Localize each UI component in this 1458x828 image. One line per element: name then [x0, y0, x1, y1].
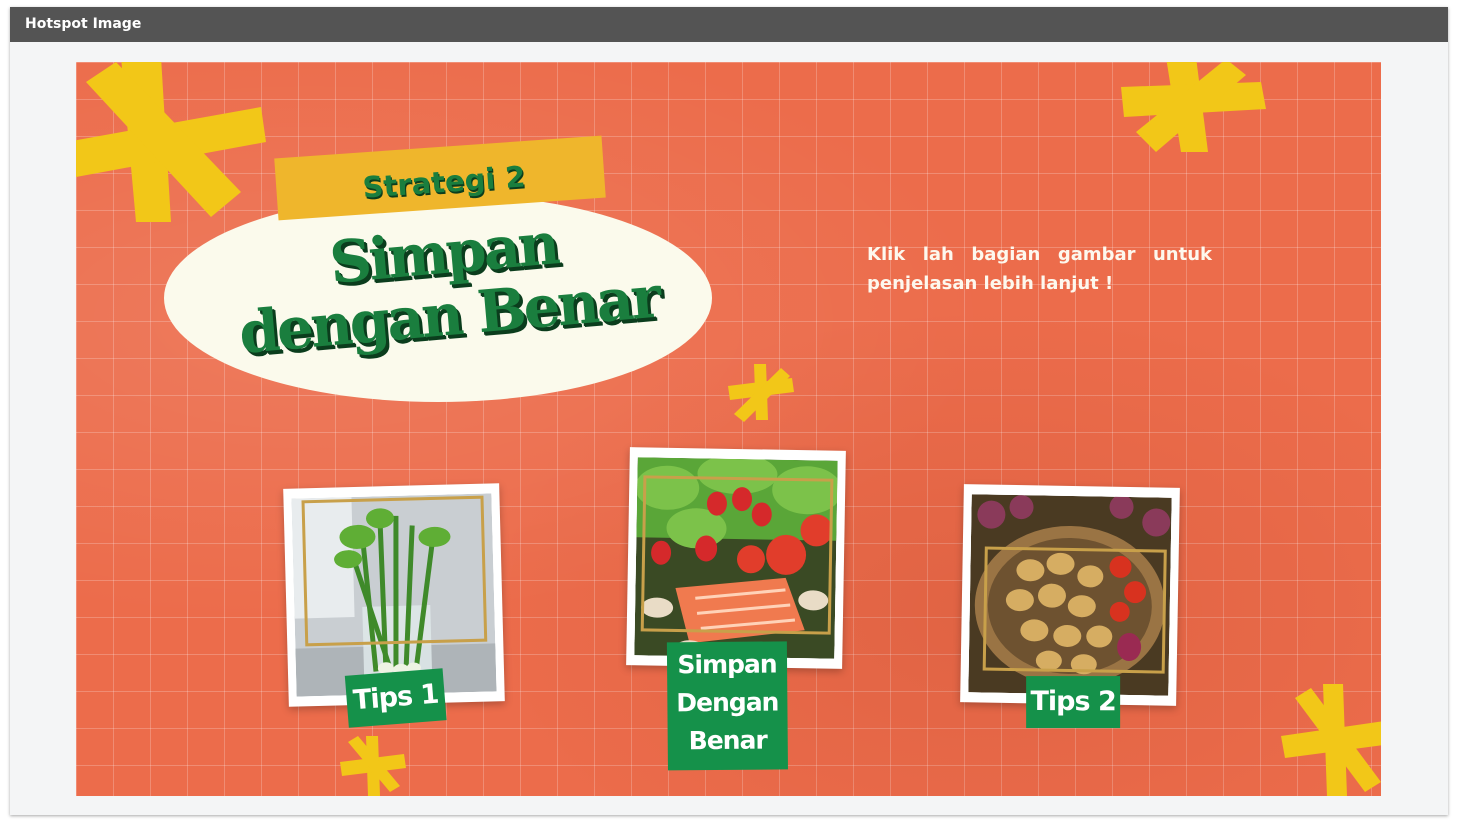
- simpan-dengan-benar-label: Simpan Dengan Benar: [666, 641, 788, 771]
- asterisk-doodle-icon: [1281, 684, 1381, 796]
- asterisk-doodle-icon: [340, 736, 406, 796]
- hotspot-simpan-dengan-benar[interactable]: Simpan Dengan Benar: [626, 447, 846, 771]
- hotspot-image[interactable]: Strategi 2 Simpan dengan Benar Klik lah …: [76, 62, 1381, 796]
- window-title: Hotspot Image: [25, 16, 142, 32]
- window-titlebar: Hotspot Image: [10, 7, 1448, 42]
- hotspot-tips-2[interactable]: Tips 2: [960, 484, 1180, 729]
- photo-frame-line: [640, 475, 834, 635]
- tips-2-label: Tips 2: [1026, 676, 1121, 729]
- asterisk-doodle-icon: [1121, 62, 1266, 152]
- tips-1-label: Tips 1: [344, 668, 447, 728]
- asterisk-doodle-icon: [728, 364, 794, 422]
- photo-frame-line: [982, 546, 1167, 674]
- asterisk-doodle-icon: [76, 62, 266, 222]
- label-line-1: Simpan: [677, 649, 777, 680]
- hotspot-tips-1[interactable]: Tips 1: [283, 483, 505, 728]
- photo-frame-line: [301, 495, 488, 647]
- hotspot-window: Hotspot Image Strategi 2 Simpan dengan B…: [10, 7, 1448, 815]
- label-line-3: Benar: [688, 725, 767, 756]
- instruction-text: Klik lah bagian gambar untuk penjelasan …: [867, 244, 1212, 294]
- label-line-2: Dengan: [676, 687, 779, 718]
